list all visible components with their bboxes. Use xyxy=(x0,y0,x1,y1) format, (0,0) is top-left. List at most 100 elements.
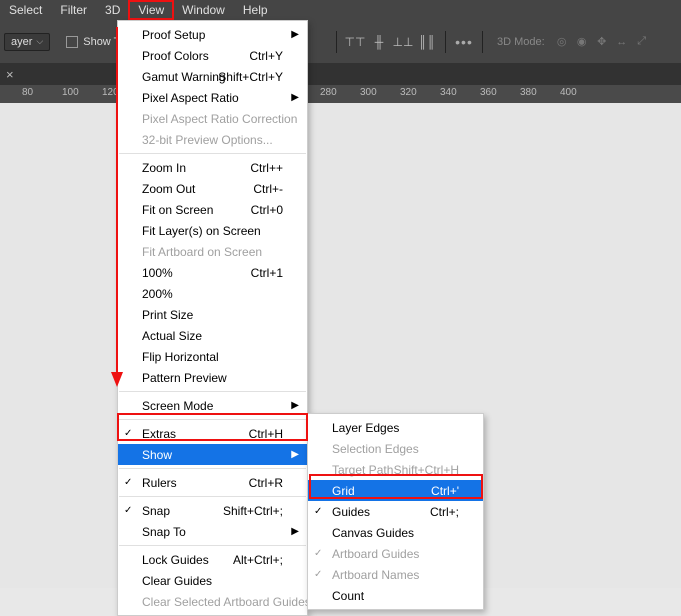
scale-icon[interactable]: ⤢ xyxy=(633,33,651,51)
separator xyxy=(336,31,337,53)
menu-item-label: Show xyxy=(142,448,172,462)
more-icon[interactable]: ••• xyxy=(452,30,476,54)
menu-item: Selection Edges xyxy=(308,438,483,459)
check-icon: ✓ xyxy=(124,428,132,439)
ruler-horizontal: 8010012014032024026028030032034036038040… xyxy=(0,85,681,104)
menu-item-label: Clear Selected Artboard Guides xyxy=(142,595,311,609)
distribute-icon[interactable]: ║║ xyxy=(415,30,439,54)
separator xyxy=(445,31,446,53)
menu-item[interactable]: Count xyxy=(308,585,483,606)
menu-item[interactable]: Gamut WarningShift+Ctrl+Y xyxy=(118,66,307,87)
menu-item[interactable]: Snap To▶ xyxy=(118,521,307,542)
menu-item: Fit Artboard on Screen xyxy=(118,241,307,262)
menu-item[interactable]: Show ▶ xyxy=(118,444,307,465)
menu-item[interactable]: Pixel Aspect Ratio▶ xyxy=(118,87,307,108)
submenu-arrow-icon: ▶ xyxy=(291,29,299,40)
menu-item-label: Clear Guides xyxy=(142,574,212,588)
menu-item-label: Zoom Out xyxy=(142,182,195,196)
menu-item[interactable]: Screen Mode ▶ xyxy=(118,395,307,416)
submenu-arrow-icon: ▶ xyxy=(291,449,299,460)
ruler-tick: 340 xyxy=(440,87,457,98)
menu-item-label: Proof Colors xyxy=(142,49,209,63)
ruler-tick: 320 xyxy=(400,87,417,98)
submenu-arrow-icon: ▶ xyxy=(291,400,299,411)
menu-item-label: Artboard Names xyxy=(332,568,419,582)
mode-3d-label: 3D Mode: xyxy=(497,36,545,48)
menu-item[interactable]: Actual Size xyxy=(118,325,307,346)
menu-item[interactable]: 200% xyxy=(118,283,307,304)
ruler-tick: 280 xyxy=(320,87,337,98)
menu-item[interactable]: Fit on ScreenCtrl+0 xyxy=(118,199,307,220)
menu-separator xyxy=(119,153,306,154)
menu-item: ✓Artboard Guides xyxy=(308,543,483,564)
ruler-tick: 360 xyxy=(480,87,497,98)
align-middle-icon[interactable]: ╫ xyxy=(367,30,391,54)
menu-item[interactable]: ✓RulersCtrl+R xyxy=(118,472,307,493)
menu-item-label: Screen Mode xyxy=(142,399,213,413)
menu-item[interactable]: Layer Edges xyxy=(308,417,483,438)
align-bottom-icon[interactable]: ⊥⊥ xyxy=(391,30,415,54)
menubar: Select Filter 3D View Window Help xyxy=(0,0,681,20)
checkbox-icon xyxy=(66,36,78,48)
orbit-icon[interactable]: ◎ xyxy=(553,33,571,51)
menu-3d[interactable]: 3D xyxy=(96,1,129,19)
pan-icon[interactable]: ✥ xyxy=(593,33,611,51)
menu-shortcut: Ctrl+- xyxy=(253,182,283,196)
menu-item[interactable]: ✓SnapShift+Ctrl+; xyxy=(118,500,307,521)
slide-icon[interactable]: ↔ xyxy=(613,33,631,51)
menu-item[interactable]: ✓ExtrasCtrl+H xyxy=(118,423,307,444)
mode-3d-icons: ◎ ◉ ✥ ↔ ⤢ xyxy=(553,33,651,51)
menu-item: Clear Selected Artboard Guides xyxy=(118,591,307,612)
menu-shortcut: Ctrl+R xyxy=(249,476,283,490)
menu-help[interactable]: Help xyxy=(234,1,277,19)
layer-dropdown[interactable]: ayer ⌵ xyxy=(4,33,50,51)
menu-filter[interactable]: Filter xyxy=(51,1,96,19)
menu-window[interactable]: Window xyxy=(173,1,234,19)
menu-item[interactable]: ✓GuidesCtrl+; xyxy=(308,501,483,522)
options-bar: ayer ⌵ Show Tra ⊤⊤ ╫ ⊥⊥ ║║ ••• 3D Mode: … xyxy=(0,20,681,63)
menu-item[interactable]: Fit Layer(s) on Screen xyxy=(118,220,307,241)
menu-item[interactable]: Zoom In Ctrl++ xyxy=(118,157,307,178)
check-icon: ✓ xyxy=(124,477,132,488)
menu-item[interactable]: Canvas Guides xyxy=(308,522,483,543)
menu-item-label: Canvas Guides xyxy=(332,526,414,540)
menu-shortcut: Ctrl++ xyxy=(250,161,283,175)
menu-item[interactable]: Lock GuidesAlt+Ctrl+; xyxy=(118,549,307,570)
menu-select[interactable]: Select xyxy=(0,1,51,19)
menu-item[interactable]: 100%Ctrl+1 xyxy=(118,262,307,283)
menu-item-label: Grid xyxy=(332,484,355,498)
menu-item[interactable]: Zoom Out Ctrl+- xyxy=(118,178,307,199)
menu-item-label: Selection Edges xyxy=(332,442,419,456)
roll-icon[interactable]: ◉ xyxy=(573,33,591,51)
menu-shortcut: Ctrl+' xyxy=(431,484,459,498)
menu-item-label: Flip Horizontal xyxy=(142,350,219,364)
menu-item[interactable]: Grid Ctrl+' xyxy=(308,480,483,501)
menu-shortcut: Ctrl+0 xyxy=(251,203,283,217)
menu-shortcut: Ctrl+; xyxy=(430,505,459,519)
menu-item[interactable]: Proof Colors Ctrl+Y xyxy=(118,45,307,66)
ruler-tick: 80 xyxy=(22,87,33,98)
menu-item[interactable]: Flip Horizontal xyxy=(118,346,307,367)
menu-item[interactable]: Proof Setup ▶ xyxy=(118,24,307,45)
show-submenu: Layer EdgesSelection EdgesTarget PathShi… xyxy=(307,413,484,610)
chevron-down-icon: ⌵ xyxy=(36,36,43,47)
menu-item-label: Proof Setup xyxy=(142,28,205,42)
menu-item-label: Snap xyxy=(142,504,170,518)
menu-item[interactable]: Print Size xyxy=(118,304,307,325)
menu-item-label: 100% xyxy=(142,266,173,280)
menu-item[interactable]: Pattern Preview xyxy=(118,367,307,388)
menu-item-label: Gamut Warning xyxy=(142,70,226,84)
close-tab-icon[interactable]: × xyxy=(6,67,14,82)
menu-item-label: Count xyxy=(332,589,364,603)
menu-item-label: Artboard Guides xyxy=(332,547,419,561)
check-icon: ✓ xyxy=(124,505,132,516)
menu-view[interactable]: View xyxy=(129,1,173,19)
menu-shortcut: Ctrl+Y xyxy=(249,49,283,63)
options-icon-group: ⊤⊤ ╫ ⊥⊥ ║║ ••• 3D Mode: ◎ ◉ ✥ ↔ ⤢ xyxy=(330,20,651,63)
menu-item-label: 200% xyxy=(142,287,173,301)
menu-item-label: Pattern Preview xyxy=(142,371,227,385)
menu-separator xyxy=(119,419,306,420)
align-top-icon[interactable]: ⊤⊤ xyxy=(343,30,367,54)
tab-bar: × xyxy=(0,63,681,85)
menu-item-label: Zoom In xyxy=(142,161,186,175)
